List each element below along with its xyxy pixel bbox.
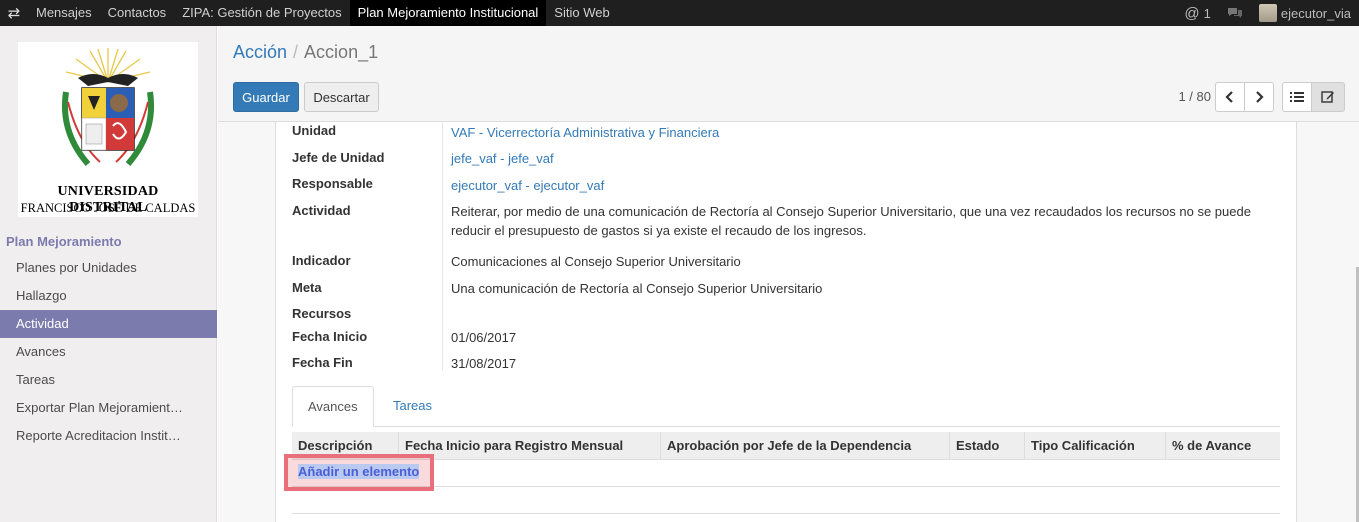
table-row: Añadir un elemento <box>284 454 1280 491</box>
top-navbar: ⇄ Mensajes Contactos ZIPA: Gestión de Pr… <box>0 0 1359 26</box>
menu-sitio-web[interactable]: Sitio Web <box>546 0 617 26</box>
pager-previous-button[interactable] <box>1215 82 1245 112</box>
list-view-button[interactable] <box>1282 82 1312 112</box>
responsable-value[interactable]: ejecutor_vaf - ejecutor_vaf <box>451 176 1281 195</box>
actividad-label: Actividad <box>292 203 351 218</box>
user-name: ejecutor_via <box>1280 5 1351 21</box>
responsable-label: Responsable <box>292 176 373 191</box>
sidebar-item-reporte-acreditacion[interactable]: Reporte Acreditacion Instit… <box>0 422 217 450</box>
column-estado[interactable]: Estado <box>950 432 1025 459</box>
menu-contactos[interactable]: Contactos <box>100 0 175 26</box>
edit-icon <box>1321 91 1334 103</box>
tab-avances[interactable]: Avances <box>292 386 374 427</box>
meta-value: Una comunicación de Rectoría al Consejo … <box>451 281 823 296</box>
actividad-value: Reiterar, por medio de una comunicación … <box>451 204 1251 238</box>
column-aprobacion-jefe[interactable]: Aprobación por Jefe de la Dependencia <box>661 432 950 459</box>
form-view-button[interactable] <box>1311 82 1345 112</box>
table-row <box>292 487 1280 514</box>
sidebar-section-title: Plan Mejoramiento <box>6 234 122 249</box>
control-panel: Acción / Accion_1 Guardar Descartar 1 / 80 <box>218 26 1359 122</box>
unidad-value[interactable]: VAF - Vicerrectoría Administrativa y Fin… <box>451 123 1281 142</box>
indicador-value: Comunicaciones al Consejo Superior Unive… <box>451 254 741 269</box>
save-button[interactable]: Guardar <box>233 82 299 112</box>
app-switcher-icon[interactable]: ⇄ <box>0 4 28 22</box>
avatar <box>1258 4 1277 22</box>
notebook-tabs: Avances Tareas <box>292 386 1280 427</box>
sidebar-item-hallazgo[interactable]: Hallazgo <box>0 282 217 310</box>
at-icon: @ <box>1184 4 1200 22</box>
column-fecha-inicio-registro[interactable]: Fecha Inicio para Registro Mensual <box>399 432 661 459</box>
sidebar-item-avances[interactable]: Avances <box>0 338 217 366</box>
jefe-value[interactable]: jefe_vaf - jefe_vaf <box>451 149 1281 168</box>
menu-zipa[interactable]: ZIPA: Gestión de Proyectos <box>174 0 349 26</box>
recursos-label: Recursos <box>292 306 352 321</box>
sidebar-item-actividad[interactable]: Actividad <box>0 310 217 338</box>
sidebar: UNIVERSIDAD DISTRITAL FRANCISCO JOSÉ DE … <box>0 26 217 522</box>
table-header: Descripción Fecha Inicio para Registro M… <box>292 432 1280 460</box>
sidebar-item-planes-por-unidades[interactable]: Planes por Unidades <box>0 254 217 282</box>
indicador-label: Indicador <box>292 253 351 268</box>
list-icon <box>1290 92 1304 102</box>
breadcrumb-current: Accion_1 <box>304 42 379 62</box>
menu-plan-mejoramiento[interactable]: Plan Mejoramiento Institucional <box>349 0 547 26</box>
discard-button[interactable]: Descartar <box>304 82 379 112</box>
sidebar-item-tareas[interactable]: Tareas <box>0 366 217 394</box>
unidad-label: Unidad <box>292 123 337 138</box>
column-porcentaje-avance[interactable]: % de Avance <box>1166 432 1280 459</box>
menu-mensajes[interactable]: Mensajes <box>28 0 100 26</box>
fecha-fin-label: Fecha Fin <box>292 355 353 370</box>
chat-icon <box>1227 8 1242 18</box>
jefe-label: Jefe de Unidad <box>292 150 385 165</box>
chat-button[interactable] <box>1219 6 1251 20</box>
pager-value[interactable]: 1 / 80 <box>1178 89 1211 104</box>
sidebar-menu: Planes por Unidades Hallazgo Actividad A… <box>0 254 217 450</box>
label-divider <box>442 122 443 370</box>
breadcrumb: Acción / Accion_1 <box>233 42 378 63</box>
chevron-left-icon <box>1225 91 1233 103</box>
logo-subtitle: FRANCISCO JOSÉ DE CALDAS <box>20 201 196 215</box>
fecha-inicio-label: Fecha Inicio <box>292 329 368 344</box>
shield-emblem-icon <box>62 48 154 166</box>
breadcrumb-separator: / <box>293 42 299 62</box>
fecha-inicio-value: 01/06/2017 <box>451 330 517 345</box>
university-logo: UNIVERSIDAD DISTRITAL FRANCISCO JOSÉ DE … <box>18 42 198 217</box>
tab-tareas[interactable]: Tareas <box>378 386 447 427</box>
form-view: Unidad VAF - Vicerrectoría Administrativ… <box>218 122 1359 522</box>
column-tipo-calificacion[interactable]: Tipo Calificación <box>1025 432 1166 459</box>
user-menu[interactable]: ejecutor_via <box>1251 4 1359 22</box>
fecha-fin-value: 31/08/2017 <box>451 356 517 371</box>
add-item-link[interactable]: Añadir un elemento <box>298 464 420 479</box>
mentions-count: 1 <box>1203 5 1211 21</box>
meta-label: Meta <box>292 280 322 295</box>
avances-table: Descripción Fecha Inicio para Registro M… <box>284 432 1280 514</box>
chevron-right-icon <box>1256 91 1264 103</box>
top-menu: Mensajes Contactos ZIPA: Gestión de Proy… <box>28 0 618 26</box>
mentions-button[interactable]: @ 1 <box>1176 5 1218 22</box>
form-sheet: Unidad VAF - Vicerrectoría Administrativ… <box>275 122 1297 522</box>
sidebar-item-exportar-plan[interactable]: Exportar Plan Mejoramient… <box>0 394 217 422</box>
breadcrumb-parent-link[interactable]: Acción <box>233 42 287 62</box>
pager-next-button[interactable] <box>1244 82 1274 112</box>
